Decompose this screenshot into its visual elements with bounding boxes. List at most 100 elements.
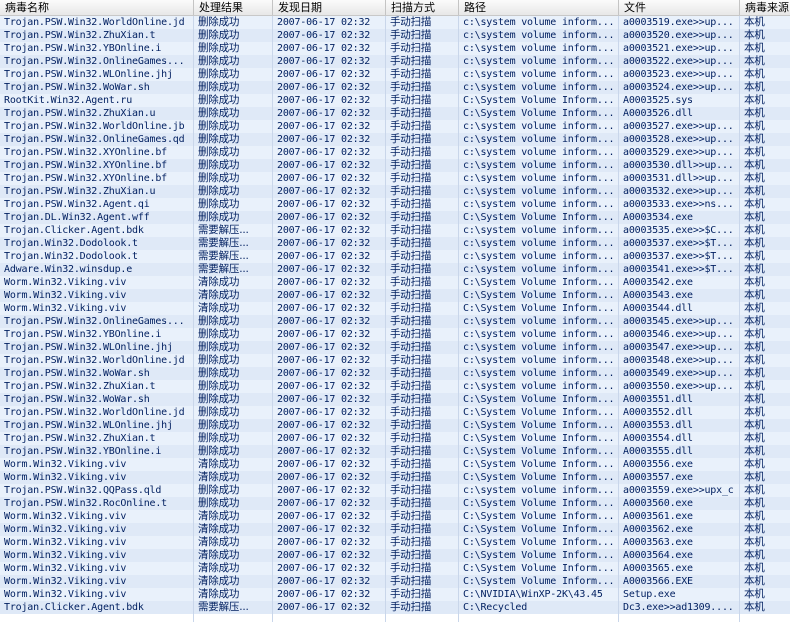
table-row[interactable]: Trojan.PSW.Win32.YBOnline.i 删除成功 2007-06-1…: [0, 445, 790, 458]
file-cell: A0003555.dll: [623, 446, 693, 457]
column-header-file[interactable]: 文件: [619, 0, 740, 15]
table-row[interactable]: Trojan.PSW.Win32.XYOnline.bf 删除成功 2007-06-…: [0, 146, 790, 159]
result-cell: 删除成功: [198, 68, 240, 80]
date-cell: 2007-06-17 02:32: [277, 342, 371, 353]
path-cell: c:\system volume inform...: [463, 160, 615, 171]
file-cell: A0003551.dll: [623, 394, 693, 405]
table-row[interactable]: Worm.Win32.Viking.viv 清除成功 2007-06-17 02:3…: [0, 458, 790, 471]
scan-method-cell: 手动扫描: [390, 536, 432, 548]
date-cell: 2007-06-17 02:32: [277, 30, 371, 41]
virus-name-cell: Trojan.PSW.Win32.WLOnline.jhj: [4, 342, 173, 353]
table-row[interactable]: Trojan.PSW.Win32.OnlineGames... 删除成功 2007-…: [0, 55, 790, 68]
table-row[interactable]: Trojan.Clicker.Agent.bdk 需要解压... 2007-06-1…: [0, 601, 790, 614]
column-header-date[interactable]: 发现日期: [273, 0, 386, 15]
table-row[interactable]: Trojan.Win32.Dodolook.t 需要解压... 2007-06-17…: [0, 237, 790, 250]
table-row[interactable]: Worm.Win32.Viking.viv 清除成功 2007-06-17 02:3…: [0, 302, 790, 315]
table-row[interactable]: Worm.Win32.Viking.viv 清除成功 2007-06-17 02:3…: [0, 536, 790, 549]
table-row[interactable]: Trojan.PSW.Win32.RocOnline.t 删除成功 2007-06-…: [0, 497, 790, 510]
source-cell: 本机: [744, 133, 765, 145]
table-row[interactable]: Trojan.PSW.Win32.ZhuXian.t 删除成功 2007-06-17…: [0, 29, 790, 42]
column-header-virus-name[interactable]: 病毒名称: [0, 0, 194, 15]
source-cell: 本机: [744, 562, 765, 574]
scan-method-cell: 手动扫描: [390, 575, 432, 587]
source-cell: 本机: [744, 419, 765, 431]
table-row[interactable]: Trojan.Win32.Dodolook.t 需要解压... 2007-06-17…: [0, 250, 790, 263]
table-row[interactable]: Trojan.PSW.Win32.WoWar.sh 删除成功 2007-06-17 …: [0, 393, 790, 406]
table-row[interactable]: Trojan.PSW.Win32.WoWar.sh 删除成功 2007-06-17 …: [0, 81, 790, 94]
result-cell: 删除成功: [198, 432, 240, 444]
table-row[interactable]: Trojan.PSW.Win32.XYOnline.bf 删除成功 2007-06-…: [0, 172, 790, 185]
date-cell: 2007-06-17 02:32: [277, 537, 371, 548]
file-cell: Setup.exe: [623, 589, 676, 600]
scan-method-cell: 手动扫描: [390, 302, 432, 314]
source-cell: 本机: [744, 185, 765, 197]
table-row[interactable]: Trojan.PSW.Win32.ZhuXian.u 删除成功 2007-06-17…: [0, 185, 790, 198]
table-row[interactable]: Worm.Win32.Viking.viv 清除成功 2007-06-17 02:3…: [0, 276, 790, 289]
table-row[interactable]: Trojan.PSW.Win32.YBOnline.i 删除成功 2007-06-1…: [0, 328, 790, 341]
column-header-result[interactable]: 处理结果: [194, 0, 273, 15]
table-row[interactable]: Trojan.PSW.Win32.ZhuXian.u 删除成功 2007-06-17…: [0, 107, 790, 120]
column-header-scan-method[interactable]: 扫描方式: [386, 0, 459, 15]
table-row[interactable]: Trojan.PSW.Win32.WLOnline.jhj 删除成功 2007-06…: [0, 419, 790, 432]
result-cell: 删除成功: [198, 185, 240, 197]
table-row[interactable]: Worm.Win32.Viking.viv 清除成功 2007-06-17 02:3…: [0, 562, 790, 575]
table-row[interactable]: Trojan.PSW.Win32.WorldOnline.jd 删除成功 2007-…: [0, 16, 790, 29]
table-row[interactable]: Trojan.PSW.Win32.OnlineGames... 删除成功 2007-…: [0, 315, 790, 328]
column-divider: [458, 16, 459, 622]
path-cell: c:\system volume inform...: [463, 329, 615, 340]
table-row[interactable]: Worm.Win32.Viking.viv 清除成功 2007-06-17 02:3…: [0, 510, 790, 523]
file-cell: a0003519.exe>>up...: [623, 17, 734, 28]
file-cell: a0003521.exe>>up...: [623, 43, 734, 54]
file-cell: a0003547.exe>>up...: [623, 342, 734, 353]
table-row[interactable]: Trojan.PSW.Win32.WoWar.sh 删除成功 2007-06-17 …: [0, 367, 790, 380]
scan-method-cell: 手动扫描: [390, 42, 432, 54]
path-cell: C:\System Volume Inform...: [463, 303, 615, 314]
path-cell: c:\system volume inform...: [463, 381, 615, 392]
file-cell: a0003531.dll>>up...: [623, 173, 734, 184]
table-row[interactable]: Trojan.Clicker.Agent.bdk 需要解压... 2007-06-1…: [0, 224, 790, 237]
file-cell: a0003545.exe>>up...: [623, 316, 734, 327]
scan-method-cell: 手动扫描: [390, 510, 432, 522]
path-cell: C:\System Volume Inform...: [463, 472, 615, 483]
table-row[interactable]: Trojan.PSW.Win32.WorldOnline.jd 删除成功 2007-…: [0, 406, 790, 419]
table-row[interactable]: Trojan.PSW.Win32.YBOnline.i 删除成功 2007-06-1…: [0, 42, 790, 55]
scan-method-cell: 手动扫描: [390, 29, 432, 41]
path-cell: c:\system volume inform...: [463, 134, 615, 145]
column-header-path[interactable]: 路径: [459, 0, 619, 15]
source-cell: 本机: [744, 250, 765, 262]
table-row[interactable]: Worm.Win32.Viking.viv 清除成功 2007-06-17 02:3…: [0, 588, 790, 601]
table-row[interactable]: Trojan.PSW.Win32.OnlineGames.qd 删除成功 2007-…: [0, 133, 790, 146]
table-row[interactable]: Trojan.PSW.Win32.WLOnline.jhj 删除成功 2007-06…: [0, 68, 790, 81]
table-row[interactable]: Worm.Win32.Viking.viv 清除成功 2007-06-17 02:3…: [0, 289, 790, 302]
table-row[interactable]: Worm.Win32.Viking.viv 清除成功 2007-06-17 02:3…: [0, 471, 790, 484]
table-row[interactable]: Worm.Win32.Viking.viv 清除成功 2007-06-17 02:3…: [0, 549, 790, 562]
table-row[interactable]: Trojan.PSW.Win32.WorldOnline.jd 删除成功 2007-…: [0, 354, 790, 367]
table-row[interactable]: Worm.Win32.Viking.viv 清除成功 2007-06-17 02:3…: [0, 523, 790, 536]
table-row[interactable]: Trojan.PSW.Win32.XYOnline.bf 删除成功 2007-06-…: [0, 159, 790, 172]
scan-method-cell: 手动扫描: [390, 315, 432, 327]
result-cell: 删除成功: [198, 393, 240, 405]
table-row[interactable]: Trojan.PSW.Win32.WLOnline.jhj 删除成功 2007-06…: [0, 341, 790, 354]
result-cell: 删除成功: [198, 172, 240, 184]
table-row[interactable]: Trojan.PSW.Win32.QQPass.qld 删除成功 2007-06-1…: [0, 484, 790, 497]
table-row[interactable]: Trojan.PSW.Win32.WorldOnline.jb 删除成功 2007-…: [0, 120, 790, 133]
source-cell: 本机: [744, 42, 765, 54]
table-row[interactable]: Trojan.PSW.Win32.ZhuXian.t 删除成功 2007-06-17…: [0, 432, 790, 445]
column-header-source[interactable]: 病毒来源: [740, 0, 790, 15]
column-divider: [193, 16, 194, 622]
result-cell: 需要解压...: [198, 601, 249, 613]
virus-name-cell: Trojan.PSW.Win32.RocOnline.t: [4, 498, 167, 509]
virus-name-cell: Worm.Win32.Viking.viv: [4, 290, 127, 301]
date-cell: 2007-06-17 02:32: [277, 550, 371, 561]
date-cell: 2007-06-17 02:32: [277, 225, 371, 236]
source-cell: 本机: [744, 211, 765, 223]
table-row[interactable]: Worm.Win32.Viking.viv 清除成功 2007-06-17 02:3…: [0, 575, 790, 588]
file-cell: a0003559.exe>>upx_c: [623, 485, 734, 496]
table-row[interactable]: Trojan.PSW.Win32.ZhuXian.t 删除成功 2007-06-17…: [0, 380, 790, 393]
table-row[interactable]: Trojan.DL.Win32.Agent.wff 删除成功 2007-06-17 …: [0, 211, 790, 224]
file-cell: A0003562.exe: [623, 524, 693, 535]
table-row[interactable]: Trojan.PSW.Win32.Agent.qi 删除成功 2007-06-17 …: [0, 198, 790, 211]
table-row[interactable]: RootKit.Win32.Agent.ru 删除成功 2007-06-17 02:…: [0, 94, 790, 107]
table-row[interactable]: Adware.Win32.winsdup.e 需要解压... 2007-06-17 …: [0, 263, 790, 276]
scan-method-cell: 手动扫描: [390, 172, 432, 184]
